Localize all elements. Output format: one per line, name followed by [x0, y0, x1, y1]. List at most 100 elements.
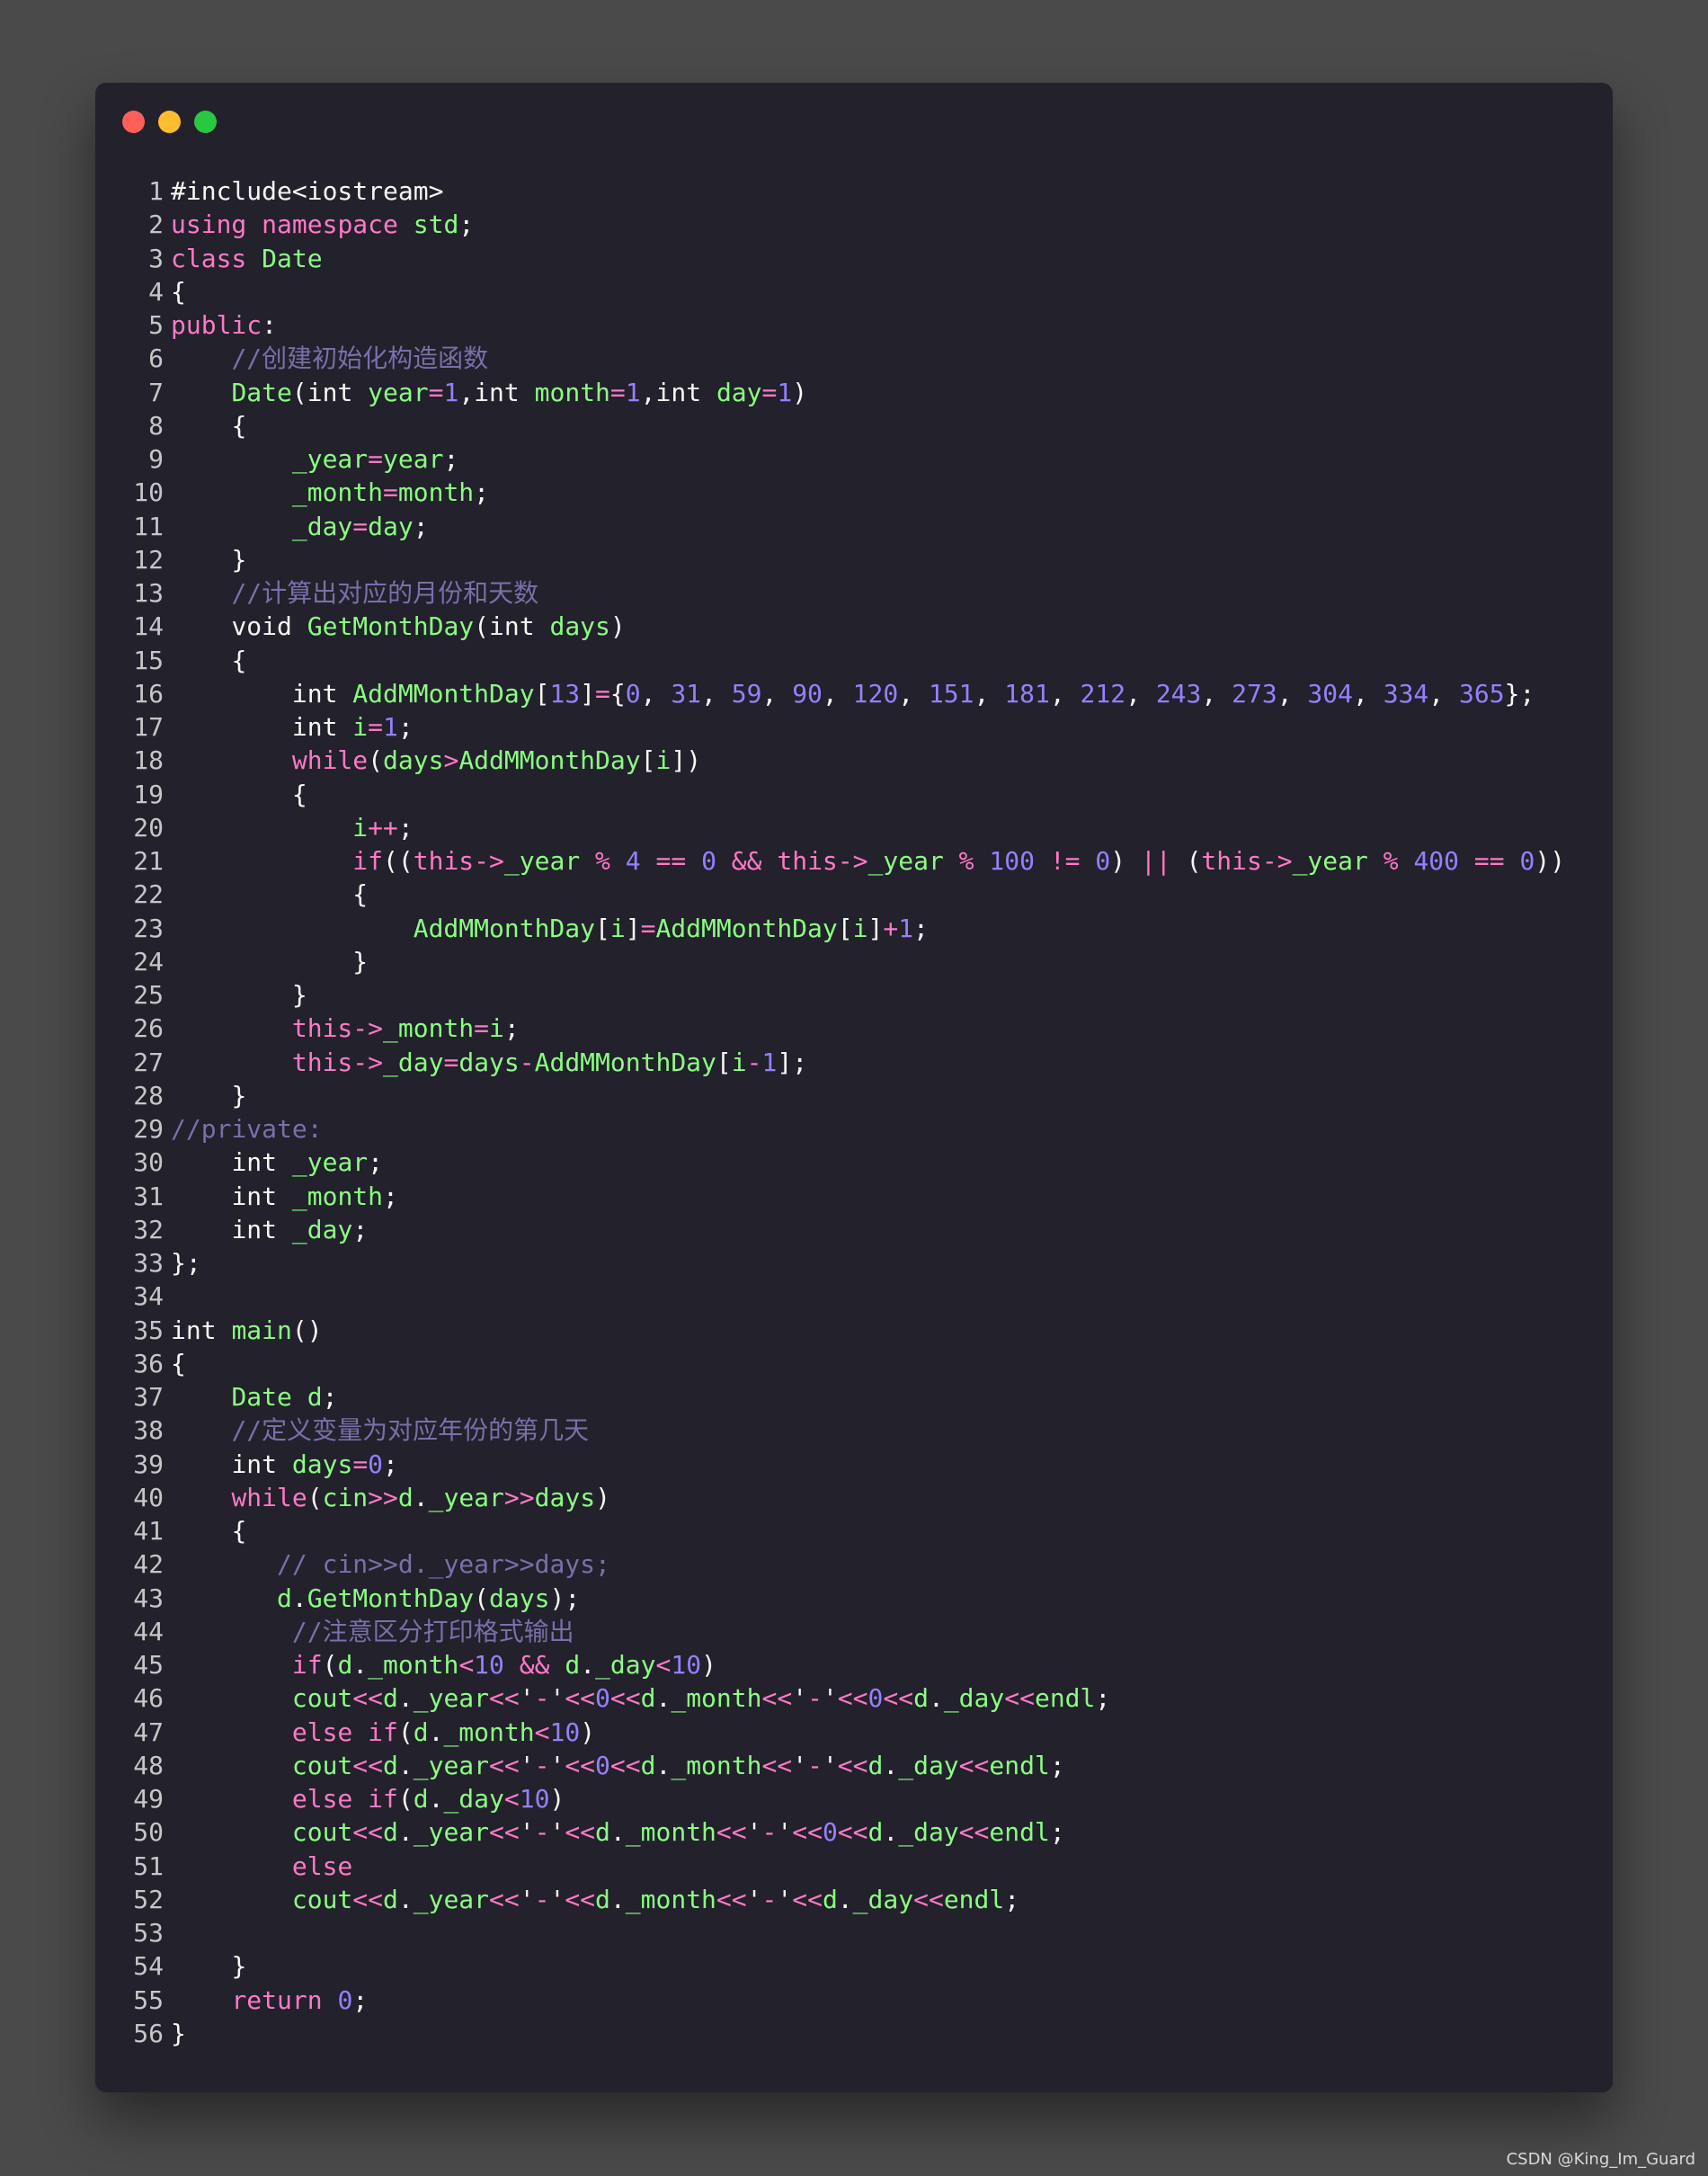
code-line: 39 int days=0; [95, 1448, 1565, 1481]
code-line: 16 int AddMMonthDay[13]={0, 31, 59, 90, … [95, 677, 1565, 710]
code-line: 29//private: [95, 1112, 1565, 1146]
line-number: 28 [133, 1080, 164, 1110]
line-number: 13 [133, 578, 164, 608]
code-line: 45 if(d._month<10 && d._day<10) [95, 1648, 1565, 1681]
code-line: 9 _year=year; [95, 442, 1565, 476]
code-window: 1 #include<iostream> 2 using namespace std;… [95, 83, 1613, 2092]
maximize-button[interactable] [194, 111, 217, 133]
line-number: 47 [133, 1717, 164, 1747]
code-text: else [291, 1850, 353, 1881]
code-line: 26 this->_month=i; [95, 1012, 1565, 1045]
code-line: 1 #include<iostream> [95, 174, 1565, 208]
code-text: public: [171, 310, 278, 340]
code-line: 51 else [95, 1850, 1565, 1883]
code-text: { [291, 779, 307, 809]
code-text: } [231, 1080, 247, 1110]
line-number: 7 [148, 377, 164, 407]
code-text: Date d; [231, 1382, 338, 1412]
code-text: //计算出对应的月份和天数 [231, 578, 539, 608]
code-text: } [352, 946, 369, 977]
line-number: 25 [133, 980, 164, 1010]
code-text: _day=day; [291, 511, 429, 541]
code-text: else if(d._month<10) [291, 1717, 596, 1747]
code-text: int _day; [231, 1214, 369, 1244]
code-text: int main() [171, 1315, 323, 1345]
code-text: Date(int year=1,int month=1,int day=1) [231, 377, 808, 407]
code-text: cout<<d._year<<'-'<<d._month<<'-'<<d._da… [291, 1884, 1020, 1914]
line-number: 40 [133, 1482, 164, 1512]
code-line: 37 Date d; [95, 1380, 1565, 1414]
line-number: 1 [148, 176, 164, 206]
line-number: 36 [133, 1348, 164, 1378]
line-number: 2 [148, 210, 164, 240]
code-line: 55 return 0; [95, 1984, 1565, 2017]
code-text: int i=1; [291, 712, 414, 742]
code-line: 19 { [95, 778, 1565, 811]
line-number: 4 [148, 276, 164, 307]
code-text: //private: [171, 1114, 323, 1144]
code-text: _month=month; [291, 477, 490, 508]
code-line: 5 public: [95, 308, 1565, 342]
code-line: 10 _month=month; [95, 476, 1565, 509]
code-line: 15 { [95, 644, 1565, 677]
code-text: int _month; [231, 1181, 398, 1211]
line-number: 9 [148, 444, 164, 474]
code-line: 13 //计算出对应的月份和天数 [95, 576, 1565, 610]
code-text: using namespace std; [171, 210, 475, 240]
line-number: 10 [133, 477, 164, 508]
line-number: 35 [133, 1315, 164, 1345]
code-line: 48 cout<<d._year<<'-'<<0<<d._month<<'-'<… [95, 1749, 1565, 1782]
code-line: 40 while(cin>>d._year>>days) [95, 1481, 1565, 1514]
code-text: while(days>AddMMonthDay[i]) [291, 745, 702, 776]
code-text: return 0; [231, 1984, 369, 2015]
line-number: 18 [133, 745, 164, 776]
code-text: this->_month=i; [291, 1013, 520, 1044]
code-line: 21 if((this->_year % 4 == 0 && this->_ye… [95, 844, 1565, 878]
code-text: #include<iostream> [171, 176, 444, 206]
code-line: 20 i++; [95, 811, 1565, 844]
line-number: 16 [133, 678, 164, 709]
minimize-button[interactable] [158, 111, 181, 133]
code-line: 49 else if(d._day<10) [95, 1782, 1565, 1815]
code-text: else if(d._day<10) [291, 1784, 565, 1814]
code-line: 8 { [95, 409, 1565, 442]
code-line: 14 void GetMonthDay(int days) [95, 610, 1565, 643]
code-text: { [171, 1348, 186, 1378]
code-line: 52 cout<<d._year<<'-'<<d._month<<'-'<<d.… [95, 1883, 1565, 1916]
line-number: 23 [133, 913, 164, 943]
code-text: { [352, 879, 369, 910]
line-number: 21 [133, 846, 164, 876]
code-text: } [231, 1951, 247, 1982]
line-number: 52 [133, 1884, 164, 1914]
code-text: { [171, 276, 186, 307]
code-text: } [231, 544, 247, 575]
code-text: i++; [352, 812, 414, 843]
line-number: 27 [133, 1047, 164, 1077]
line-number: 5 [148, 310, 164, 340]
line-number: 11 [133, 511, 164, 541]
close-button[interactable] [122, 111, 145, 133]
code-text: }; [171, 1248, 201, 1278]
line-number: 34 [133, 1281, 164, 1312]
line-number: 8 [148, 410, 164, 441]
code-text: { [231, 410, 247, 441]
line-number: 14 [133, 611, 164, 642]
code-line: 22 { [95, 878, 1565, 911]
line-number: 24 [133, 946, 164, 977]
code-line: 53 [95, 1916, 1565, 1949]
line-number: 33 [133, 1248, 164, 1278]
code-block: 1 #include<iostream> 2 using namespace std;… [95, 174, 1565, 2050]
code-text: class Date [171, 243, 323, 273]
code-line: 33}; [95, 1246, 1565, 1280]
line-number: 6 [148, 343, 164, 374]
code-text: this->_day=days-AddMMonthDay[i-1]; [291, 1047, 808, 1077]
code-line: 2 using namespace std; [95, 208, 1565, 241]
line-number: 12 [133, 544, 164, 575]
code-line: 4{ [95, 275, 1565, 308]
code-line: 44 //注意区分打印格式输出 [95, 1615, 1565, 1648]
code-text: while(cin>>d._year>>days) [231, 1482, 610, 1512]
code-line: 50 cout<<d._year<<'-'<<d._month<<'-'<<0<… [95, 1815, 1565, 1849]
line-number: 54 [133, 1951, 164, 1982]
code-line: 7 Date(int year=1,int month=1,int day=1) [95, 376, 1565, 409]
line-number: 53 [133, 1918, 164, 1948]
